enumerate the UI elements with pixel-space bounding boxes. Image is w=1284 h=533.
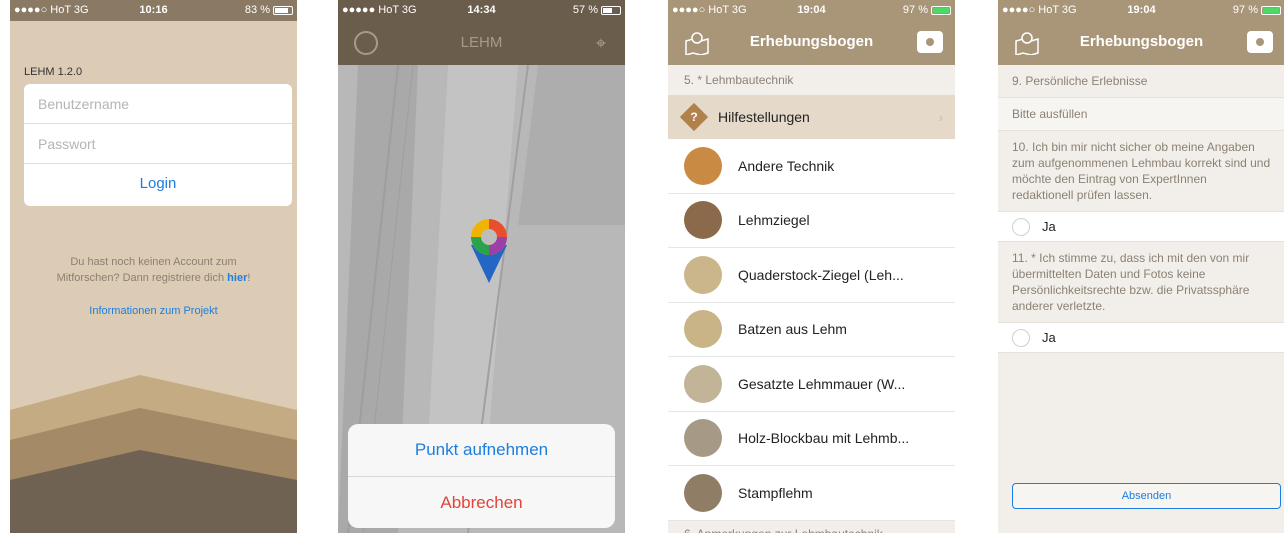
password-field[interactable]: Passwort <box>24 124 292 164</box>
nav-bar: Erhebungsbogen <box>998 21 1284 65</box>
submit-button[interactable]: Absenden <box>1012 483 1281 509</box>
register-link[interactable]: hier <box>227 272 247 284</box>
list-item[interactable]: Holz-Blockbau mit Lehmb... <box>668 412 955 466</box>
text-input[interactable]: Bitte ausfüllen <box>998 98 1284 131</box>
battery-icon <box>1261 5 1281 15</box>
status-bar: ●●●●● HoT 3G 14:34 57 % <box>338 0 625 21</box>
camera-icon[interactable] <box>917 31 943 53</box>
list-item-label: Stampflehm <box>738 484 813 501</box>
list-item-label: Quaderstock-Ziegel (Leh... <box>738 266 904 283</box>
battery-indicator: 97 % <box>903 4 951 16</box>
section-header: 5. * Lehmbautechnik <box>668 65 955 95</box>
list-item-label: Batzen aus Lehm <box>738 321 847 338</box>
question-label: 10. Ich bin mir nicht sicher ob meine An… <box>998 131 1284 212</box>
survey-form-screen: ●●●●○ HoT 3G 19:04 97 % Erhebungsbogen 9… <box>998 0 1284 533</box>
battery-indicator: 97 % <box>1233 4 1281 16</box>
map-pin-icon[interactable] <box>466 215 512 285</box>
radio-icon[interactable] <box>1012 217 1030 236</box>
technique-thumbnail-icon <box>684 146 722 185</box>
list-item-label: Lehmziegel <box>738 212 810 229</box>
question-label: 11. * Ich stimme zu, dass ich mit den vo… <box>998 242 1284 323</box>
list-item-label: Holz-Blockbau mit Lehmb... <box>738 430 910 447</box>
nav-title: Erhebungsbogen <box>749 33 874 50</box>
technique-thumbnail-icon <box>684 201 722 240</box>
technique-thumbnail-icon <box>684 473 722 512</box>
login-form: Benutzername Passwort Login <box>24 84 292 206</box>
technique-thumbnail-icon <box>684 364 722 403</box>
battery-indicator: 57 % <box>573 4 621 16</box>
register-text: Du hast noch keinen Account zum Mitforsc… <box>56 256 251 284</box>
login-button[interactable]: Login <box>24 164 292 204</box>
battery-icon <box>931 5 951 15</box>
chevron-right-icon: › <box>938 109 943 125</box>
technique-thumbnail-icon <box>684 255 722 294</box>
nav-bar: LEHM ⌖ <box>338 21 625 65</box>
username-field[interactable]: Benutzername <box>24 84 292 124</box>
list-item[interactable]: Gesatzte Lehmmauer (W... <box>668 357 955 412</box>
survey-list-screen: ●●●●○ HoT 3G 19:04 97 % Erhebungsbogen 5… <box>668 0 955 533</box>
question-label: 9. Persönliche Erlebnisse <box>998 65 1284 98</box>
battery-icon <box>601 5 621 15</box>
login-screen: ●●●●○ HoT 3G 10:16 83 % LEHM 1.2.0 Benut… <box>10 0 297 533</box>
technique-list: Andere Technik Lehmziegel Quaderstock-Zieg… <box>668 139 955 521</box>
status-bar: ●●●●○ HoT 3G 19:04 97 % <box>998 0 1284 21</box>
nav-title: LEHM <box>460 34 503 51</box>
hills-decoration <box>10 375 297 533</box>
locate-icon[interactable]: ⌖ <box>591 33 611 53</box>
battery-icon <box>273 5 293 15</box>
nav-title: Erhebungsbogen <box>1079 33 1204 50</box>
list-item[interactable]: Andere Technik <box>668 139 955 194</box>
status-bar: ●●●●○ HoT 3G 10:16 83 % <box>10 0 297 21</box>
help-label: Hilfestellungen <box>718 109 810 125</box>
add-point-button[interactable]: Punkt aufnehmen <box>348 424 615 476</box>
list-item[interactable]: Stampflehm <box>668 466 955 521</box>
camera-icon[interactable] <box>1247 31 1273 53</box>
nav-bar: Erhebungsbogen <box>668 21 955 65</box>
radio-icon[interactable] <box>1012 328 1030 347</box>
action-sheet: Punkt aufnehmen Abbrechen <box>348 424 615 528</box>
list-item-label: Gesatzte Lehmmauer (W... <box>738 375 906 392</box>
project-info-link[interactable]: Informationen zum Projekt <box>10 305 297 317</box>
technique-thumbnail-icon <box>684 310 722 349</box>
answer-option[interactable]: Ja <box>998 323 1284 353</box>
status-bar: ●●●●○ HoT 3G 19:04 97 % <box>668 0 955 21</box>
list-item[interactable]: Lehmziegel <box>668 194 955 248</box>
map-screen: ●●●●● HoT 3G 14:34 57 % LEHM ⌖ Punkt auf… <box>338 0 625 533</box>
list-item-label: Andere Technik <box>738 157 835 174</box>
list-item[interactable]: Batzen aus Lehm <box>668 303 955 357</box>
help-icon: ? <box>679 102 709 132</box>
answer-option[interactable]: Ja <box>998 212 1284 242</box>
battery-indicator: 83 % <box>245 4 293 16</box>
list-item[interactable]: Quaderstock-Ziegel (Leh... <box>668 248 955 303</box>
cancel-button[interactable]: Abbrechen <box>348 476 615 528</box>
help-row[interactable]: ? Hilfestellungen › <box>668 95 955 139</box>
form-content: 9. Persönliche Erlebnisse Bitte ausfülle… <box>998 65 1284 353</box>
app-version: LEHM 1.2.0 <box>24 66 83 78</box>
section-header: 6. Anmerkungen zur Lehmbautechnik <box>668 521 955 533</box>
technique-thumbnail-icon <box>684 419 722 458</box>
